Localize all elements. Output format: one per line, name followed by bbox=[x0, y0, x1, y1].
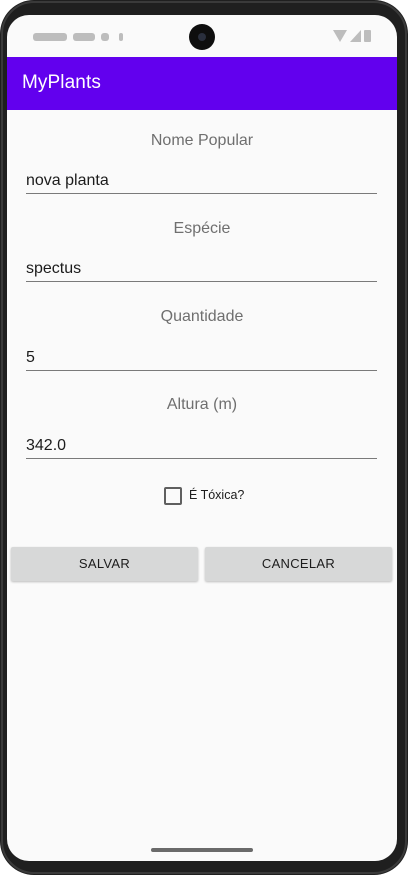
status-bar-system-icons bbox=[333, 30, 373, 44]
shield-icon bbox=[101, 33, 109, 41]
altura-value: 342.0 bbox=[26, 437, 67, 454]
phone-frame: MyPlants Nome Popular nova planta Espéci… bbox=[0, 0, 408, 875]
quantidade-label: Quantidade bbox=[160, 308, 244, 325]
clock-indicator bbox=[33, 33, 67, 41]
especie-input[interactable]: spectus bbox=[26, 256, 377, 282]
app-screen: MyPlants Nome Popular nova planta Espéci… bbox=[7, 15, 397, 861]
altura-input[interactable]: 342.0 bbox=[26, 433, 377, 459]
toxica-checkbox[interactable] bbox=[164, 487, 182, 505]
app-title: MyPlants bbox=[22, 72, 101, 93]
toxica-checkbox-label[interactable]: É Tóxica? bbox=[189, 488, 244, 502]
notification-icon bbox=[73, 33, 95, 41]
app-bar: MyPlants bbox=[7, 57, 397, 110]
status-bar bbox=[7, 15, 397, 57]
wifi-icon bbox=[333, 30, 347, 42]
especie-label: Espécie bbox=[173, 220, 231, 237]
status-bar-notifications bbox=[33, 31, 133, 43]
battery-icon bbox=[364, 30, 371, 42]
nome-popular-value: nova planta bbox=[26, 172, 109, 189]
camera-lens bbox=[198, 33, 206, 41]
gesture-nav-handle[interactable] bbox=[151, 848, 253, 852]
signal-icon bbox=[350, 30, 361, 42]
especie-value: spectus bbox=[26, 260, 82, 277]
salvar-button[interactable]: SALVAR bbox=[11, 547, 198, 581]
nome-popular-label: Nome Popular bbox=[150, 132, 254, 149]
quantidade-input[interactable]: 5 bbox=[26, 345, 377, 371]
altura-label: Altura (m) bbox=[166, 396, 238, 413]
quantidade-value: 5 bbox=[26, 349, 35, 366]
cancelar-button[interactable]: CANCELAR bbox=[205, 547, 392, 581]
toxica-checkbox-row[interactable]: É Tóxica? bbox=[164, 487, 264, 505]
nome-popular-input[interactable]: nova planta bbox=[26, 168, 377, 194]
dot-icon bbox=[119, 33, 123, 41]
front-camera bbox=[189, 24, 215, 50]
